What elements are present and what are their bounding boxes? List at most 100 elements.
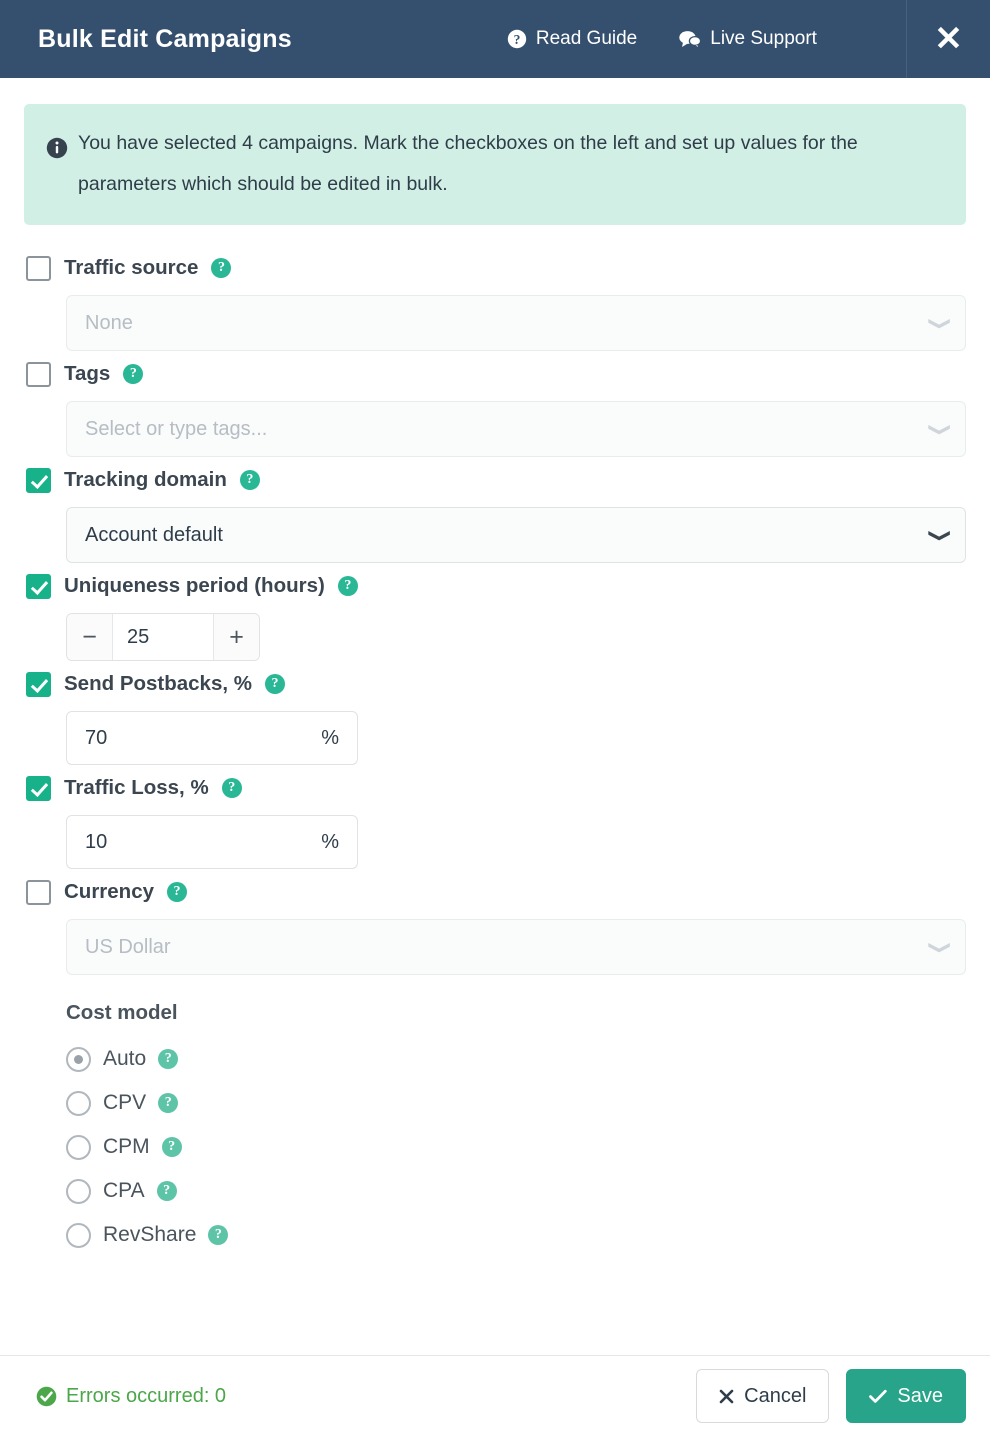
label-traffic-loss: Traffic Loss, % [64,776,209,799]
chevron-down-icon: ❯ [928,421,952,437]
field-tags: Tags ? Select or type tags... ❯ [24,355,966,457]
select-traffic-source-value: None [85,311,133,334]
help-icon-cpv[interactable]: ? [158,1093,179,1113]
quantity-stepper: − 25 + [66,613,260,661]
help-icon-auto[interactable]: ? [158,1049,179,1069]
field-tags-head: Tags ? [24,355,966,393]
radio-row-cpv[interactable]: CPV ? [66,1081,966,1125]
traffic-loss-input[interactable]: 10 % [66,815,358,869]
select-tags[interactable]: Select or type tags... ❯ [66,401,966,457]
modal-header: Bulk Edit Campaigns ? Read Guide Live Su… [0,0,990,78]
field-traffic-source-head: Traffic source ? [24,249,966,287]
save-button[interactable]: Save [846,1369,966,1423]
traffic-loss-value: 10 [85,830,108,853]
svg-text:?: ? [513,32,520,47]
field-uniqueness-period-head: Uniqueness period (hours) ? [24,567,966,605]
page-title: Bulk Edit Campaigns [38,24,292,53]
label-send-postbacks: Send Postbacks, % [64,672,252,695]
select-currency-value: US Dollar [85,935,171,958]
help-icon-currency[interactable]: ? [167,882,188,902]
radio-row-cpm[interactable]: CPM ? [66,1125,966,1169]
radio-cpv[interactable] [66,1090,91,1116]
control-traffic-loss: 10 % [24,815,966,869]
errors-occurred-text: Errors occurred: 0 [66,1384,227,1407]
label-tracking-domain: Tracking domain [64,468,227,491]
help-icon-cpm[interactable]: ? [161,1137,182,1157]
checkbox-uniqueness-period[interactable] [26,573,51,599]
modal-footer: Errors occurred: 0 Cancel Save [0,1355,990,1436]
checkbox-tracking-domain[interactable] [26,467,51,493]
help-icon-cpa[interactable]: ? [156,1181,177,1201]
field-send-postbacks-head: Send Postbacks, % ? [24,665,966,703]
help-icon-revshare[interactable]: ? [208,1225,229,1245]
save-button-label: Save [897,1384,943,1407]
question-circle-icon: ? [507,29,527,49]
radio-revshare[interactable] [66,1222,91,1248]
close-button[interactable]: ✕ [906,0,990,78]
stepper-increment-button[interactable]: + [213,614,259,660]
send-postbacks-value: 70 [85,726,108,749]
radio-label-cpm: CPM [103,1135,150,1158]
label-uniqueness-period: Uniqueness period (hours) [64,574,325,597]
percent-unit-label: % [321,830,339,853]
checkbox-tags[interactable] [26,361,51,387]
select-tracking-domain[interactable]: Account default ❯ [66,507,966,563]
live-support-label: Live Support [710,28,817,49]
checkbox-send-postbacks[interactable] [26,671,51,697]
chevron-down-icon: ❯ [928,527,952,543]
field-tracking-domain: Tracking domain ? Account default ❯ [24,461,966,563]
radio-row-cpa[interactable]: CPA ? [66,1169,966,1213]
cancel-button-label: Cancel [744,1384,807,1407]
send-postbacks-input[interactable]: 70 % [66,711,358,765]
live-support-link[interactable]: Live Support [679,28,817,50]
modal-body: You have selected 4 campaigns. Mark the … [0,78,990,1355]
radio-cpm[interactable] [66,1134,91,1160]
field-tracking-domain-head: Tracking domain ? [24,461,966,499]
percent-unit-label: % [321,726,339,749]
select-currency[interactable]: US Dollar ❯ [66,919,966,975]
help-icon-send-postbacks[interactable]: ? [264,674,285,694]
stepper-value-input[interactable]: 25 [113,614,213,660]
select-tags-value: Select or type tags... [85,417,268,440]
help-icon-traffic-loss[interactable]: ? [221,778,242,798]
radio-row-auto[interactable]: Auto ? [66,1037,966,1081]
help-icon-tracking-domain[interactable]: ? [239,470,260,490]
radio-row-revshare[interactable]: RevShare ? [66,1213,966,1257]
close-icon: ✕ [934,20,963,58]
comments-icon [679,30,702,48]
help-icon-uniqueness-period[interactable]: ? [337,576,358,596]
field-traffic-loss-head: Traffic Loss, % ? [24,769,966,807]
stepper-decrement-button[interactable]: − [67,614,113,660]
info-banner: You have selected 4 campaigns. Mark the … [24,104,966,225]
field-currency-head: Currency ? [24,873,966,911]
label-tags: Tags [64,362,111,385]
bulk-edit-campaigns-modal: Bulk Edit Campaigns ? Read Guide Live Su… [0,0,990,1436]
help-icon-traffic-source[interactable]: ? [211,258,232,278]
radio-label-cpv: CPV [103,1091,147,1114]
radio-label-revshare: RevShare [103,1223,197,1246]
radio-cpa[interactable] [66,1178,91,1204]
select-traffic-source[interactable]: None ❯ [66,295,966,351]
select-tracking-domain-value: Account default [85,523,223,546]
checkbox-traffic-source[interactable] [26,255,51,281]
header-links: ? Read Guide Live Support [507,28,817,50]
cost-model-group: Cost model Auto ? CPV ? CPM ? CPA ? RevS… [24,1001,966,1257]
field-uniqueness-period: Uniqueness period (hours) ? − 25 + [24,567,966,661]
info-banner-text: You have selected 4 campaigns. Mark the … [78,132,858,195]
field-traffic-source: Traffic source ? None ❯ [24,249,966,351]
label-traffic-source: Traffic source [64,256,199,279]
read-guide-label: Read Guide [535,28,638,49]
checkbox-traffic-loss[interactable] [26,775,51,801]
control-send-postbacks: 70 % [24,711,966,765]
info-circle-icon [46,133,68,174]
cancel-button[interactable]: Cancel [696,1369,830,1423]
control-currency: US Dollar ❯ [24,919,966,975]
read-guide-link[interactable]: ? Read Guide [507,28,637,50]
radio-auto[interactable] [66,1046,91,1072]
radio-label-auto: Auto [103,1047,147,1070]
control-uniqueness-period: − 25 + [24,613,966,661]
field-traffic-loss: Traffic Loss, % ? 10 % [24,769,966,869]
help-icon-tags[interactable]: ? [123,364,144,384]
chevron-down-icon: ❯ [928,315,952,331]
checkbox-currency[interactable] [26,879,51,905]
